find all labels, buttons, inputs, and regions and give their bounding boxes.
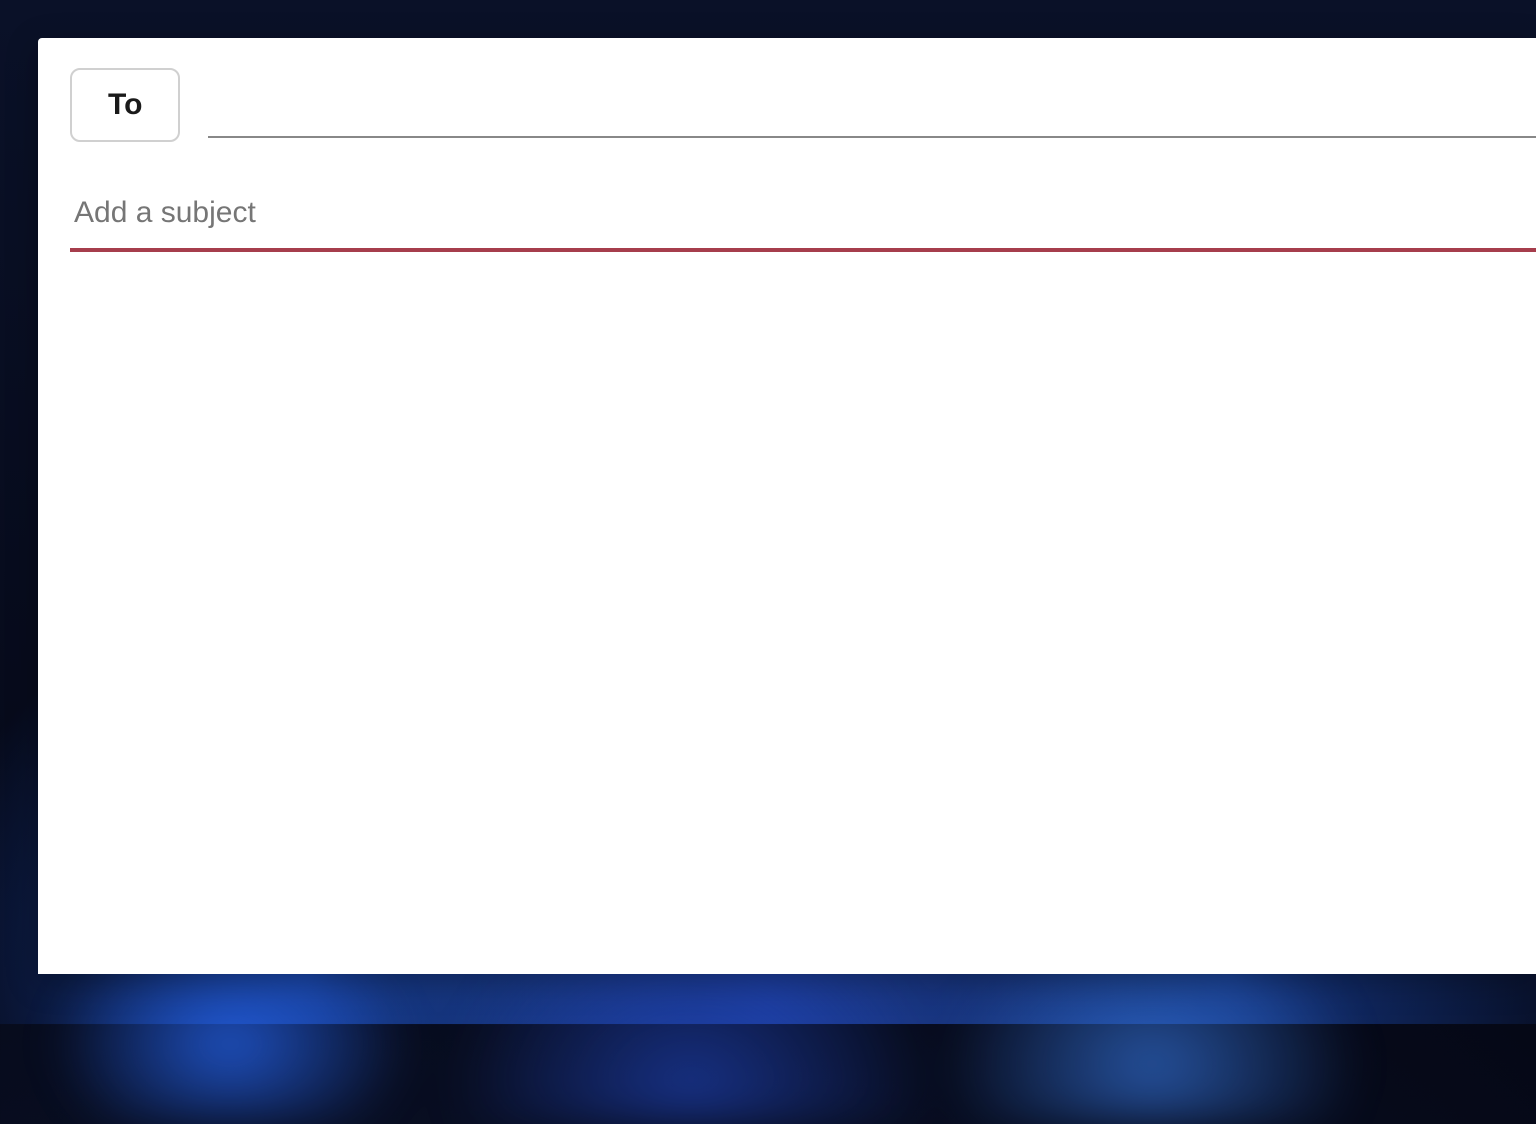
to-button[interactable]: To bbox=[70, 68, 180, 142]
email-body-area bbox=[38, 252, 1536, 974]
subject-field-row bbox=[38, 142, 1536, 252]
compose-email-window: To bbox=[38, 38, 1536, 974]
email-body-input[interactable] bbox=[70, 276, 1504, 950]
subject-input[interactable] bbox=[70, 182, 1536, 252]
to-field-row: To bbox=[38, 38, 1536, 142]
to-recipients-input[interactable] bbox=[208, 72, 1536, 138]
